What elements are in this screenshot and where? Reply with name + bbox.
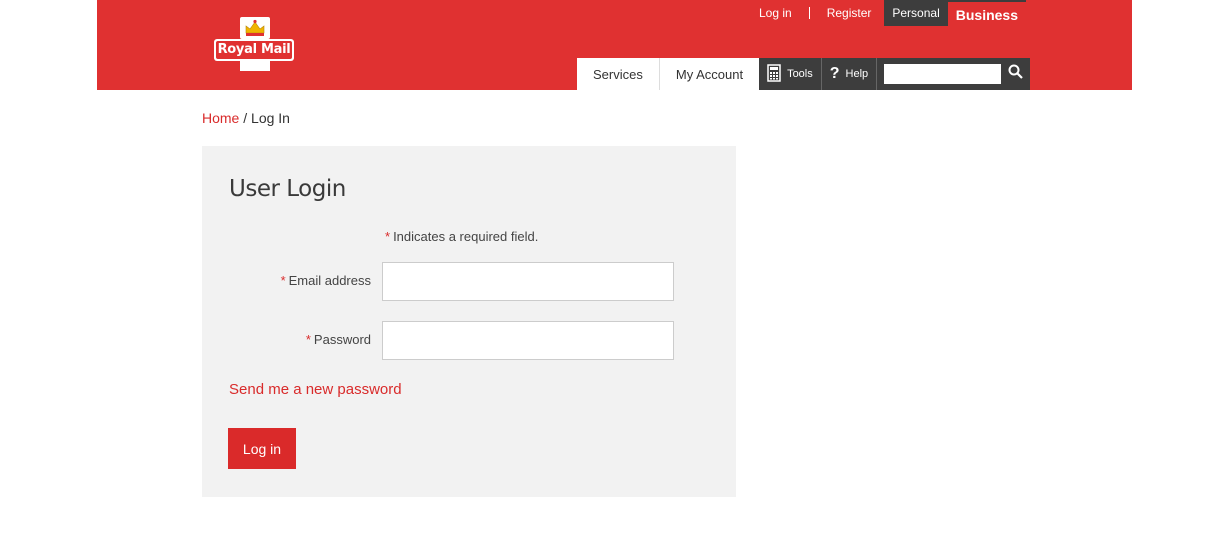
- business-tab[interactable]: Business: [947, 0, 1026, 26]
- breadcrumb: Home / Log In: [202, 110, 290, 126]
- breadcrumb-separator: /: [239, 110, 252, 126]
- personal-tab[interactable]: Personal: [884, 0, 948, 26]
- nav-help-label: Help: [845, 68, 869, 80]
- required-star: *: [385, 229, 391, 244]
- search-button[interactable]: [1001, 58, 1030, 90]
- search-icon: [1008, 64, 1023, 84]
- breadcrumb-current: Log In: [251, 110, 290, 126]
- question-icon: ?: [829, 65, 840, 82]
- top-links: Log in Register Personal Business: [759, 0, 1026, 26]
- register-link[interactable]: Register: [827, 6, 872, 20]
- required-note: * Indicates a required field.: [385, 229, 538, 244]
- search-bar: [877, 58, 1031, 90]
- main-navigation: Services My Account Tools ? Help: [577, 58, 1031, 90]
- nav-services[interactable]: Services: [577, 58, 660, 90]
- email-label: * Email address: [280, 273, 371, 288]
- logo-wordmark: Royal Mail: [216, 41, 292, 59]
- login-panel: User Login * Indicates a required field. …: [202, 146, 736, 497]
- new-password-link[interactable]: Send me a new password: [229, 381, 402, 398]
- crown-icon: [240, 17, 270, 39]
- password-field[interactable]: [382, 321, 674, 360]
- password-label-text: Password: [313, 332, 371, 347]
- email-field[interactable]: [382, 262, 674, 301]
- email-label-text: Email address: [288, 273, 371, 288]
- nav-my-account[interactable]: My Account: [659, 58, 760, 90]
- login-link[interactable]: Log in: [759, 6, 792, 20]
- nav-tools-label: Tools: [787, 68, 813, 80]
- password-label: * Password: [305, 332, 371, 347]
- breadcrumb-home[interactable]: Home: [202, 110, 239, 126]
- login-button[interactable]: Log in: [228, 428, 296, 469]
- nav-help[interactable]: ? Help: [821, 58, 878, 90]
- page-title: User Login: [229, 176, 346, 202]
- search-input[interactable]: [884, 64, 1002, 84]
- nav-tools[interactable]: Tools: [759, 58, 822, 90]
- required-note-text: Indicates a required field.: [393, 229, 539, 244]
- divider: [808, 7, 810, 19]
- calculator-icon: [767, 63, 781, 85]
- royal-mail-logo[interactable]: Royal Mail: [214, 17, 296, 72]
